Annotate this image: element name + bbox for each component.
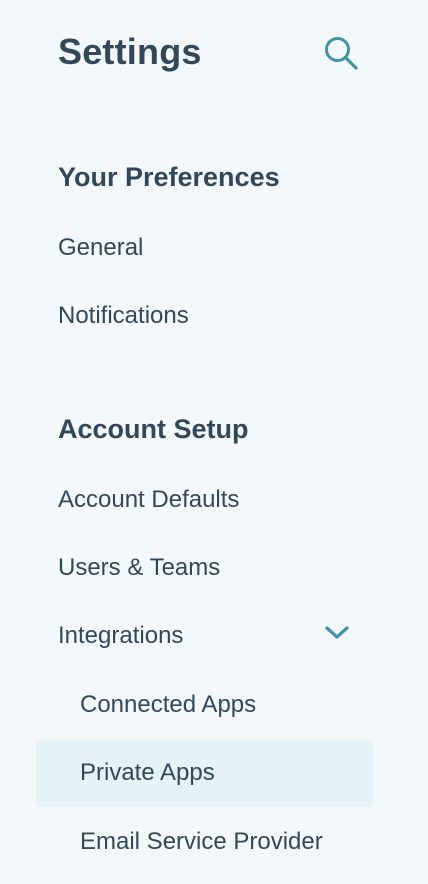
sidebar-item-general[interactable]: General [58,231,143,265]
page-title: Settings [58,31,202,72]
section-heading-account-setup: Account Setup [58,414,249,444]
sidebar-subitem-connected-apps[interactable]: Connected Apps [36,671,373,739]
search-icon [323,35,359,76]
section-heading-your-preferences: Your Preferences [58,162,280,192]
search-button[interactable] [320,34,362,76]
sidebar-subitem-label: Connected Apps [80,691,257,718]
sidebar-subitem-label: Email Service Provider [80,828,323,855]
sidebar-item-account-defaults[interactable]: Account Defaults [58,483,239,517]
integrations-toggle[interactable] [322,620,352,650]
sidebar-subitem-private-apps[interactable]: Private Apps [36,739,373,807]
chevron-down-icon [324,625,350,646]
sidebar-item-notifications[interactable]: Notifications [58,299,189,333]
sidebar-item-users-teams[interactable]: Users & Teams [58,551,220,585]
sidebar-subitem-email-service-provider[interactable]: Email Service Provider [36,808,373,876]
sidebar-item-integrations[interactable]: Integrations [58,619,183,653]
sidebar-subitem-label: Private Apps [80,759,215,786]
